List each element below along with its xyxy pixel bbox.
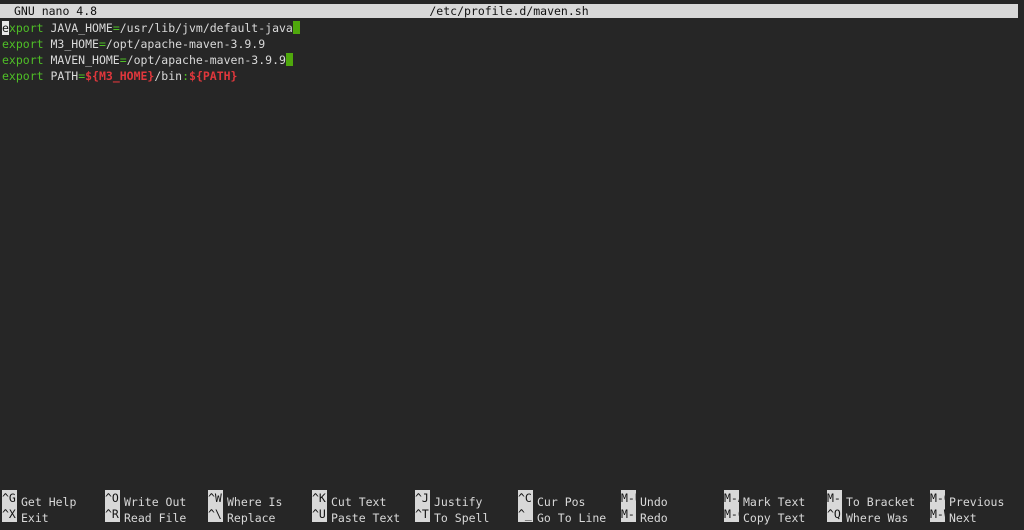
- variable-reference: ${PATH}: [189, 69, 238, 83]
- shortcut-cut-text[interactable]: ^K Cut Text: [312, 490, 386, 509]
- shortcut-label: Paste Text: [331, 511, 401, 525]
- variable-name: M3_HOME: [50, 37, 99, 51]
- shortcut-to-bracket[interactable]: M-]To Bracket: [827, 490, 915, 509]
- shortcut-copy-text[interactable]: M-6 Copy Text: [724, 506, 806, 525]
- shortcut-key: M-U: [621, 490, 636, 506]
- editor-line[interactable]: export JAVA_HOME=/usr/lib/jvm/default-ja…: [2, 20, 1018, 36]
- shortcut-exit[interactable]: ^X Exit: [2, 506, 49, 525]
- shortcut-key: M-Q: [930, 490, 945, 506]
- shortcut-key: ^O: [105, 490, 120, 506]
- shortcut-undo[interactable]: M-UUndo: [621, 490, 668, 509]
- file-path: /etc/profile.d/maven.sh: [429, 4, 589, 18]
- shortcut-label: Replace: [227, 511, 276, 525]
- shortcut-to-spell[interactable]: ^T To Spell: [415, 506, 490, 525]
- shortcut-key: ^C: [518, 490, 533, 506]
- shortcut-where-was[interactable]: ^Q Where Was: [827, 506, 909, 525]
- shortcut-label: Read File: [124, 511, 187, 525]
- keyword-export: export: [2, 53, 44, 67]
- editor-line[interactable]: export M3_HOME=/opt/apache-maven-3.9.9: [2, 36, 1018, 52]
- shortcut-key: ^T: [415, 506, 430, 522]
- shortcut-key: ^R: [105, 506, 120, 522]
- keyword-export: export: [2, 69, 44, 83]
- shortcut-paste-text[interactable]: ^U Paste Text: [312, 506, 401, 525]
- shortcut-read-file[interactable]: ^R Read File: [105, 506, 187, 525]
- shortcut-get-help[interactable]: ^G Get Help: [2, 490, 76, 509]
- shortcut-mark-text[interactable]: M-AMark Text: [724, 490, 805, 509]
- shortcut-label: Go To Line: [537, 511, 607, 525]
- variable-reference: ${M3_HOME}: [85, 69, 155, 83]
- variable-name: JAVA_HOME: [50, 21, 113, 35]
- shortcut-key: M-A: [724, 490, 739, 506]
- shortcut-write-out[interactable]: ^O Write Out: [105, 490, 186, 509]
- shortcut-label: Exit: [21, 511, 49, 525]
- shortcut-bar: ^G Get Help ^O Write Out ^W Where Is ^K Cut Tex…: [2, 490, 1022, 525]
- shortcut-key: ^J: [415, 490, 430, 506]
- shortcut-key: ^Q: [827, 506, 842, 522]
- shortcut-next[interactable]: M-W Next: [930, 506, 977, 525]
- trailing-whitespace-marker: [285, 53, 293, 66]
- keyword-export: export: [2, 21, 44, 35]
- shortcut-key: ^X: [2, 506, 17, 522]
- variable-value: /opt/apache-maven-3.9.9: [126, 53, 286, 67]
- variable-name: MAVEN_HOME: [50, 53, 120, 67]
- shortcut-justify[interactable]: ^J Justify: [415, 490, 482, 509]
- shortcut-replace[interactable]: ^\ Replace: [208, 506, 276, 525]
- editor-line[interactable]: export PATH=${M3_HOME}/bin:${PATH}: [2, 68, 1018, 84]
- shortcut-label: Next: [949, 511, 977, 525]
- assign-operator: =: [112, 21, 120, 35]
- shortcut-key: M-6: [724, 506, 739, 522]
- variable-value: /opt/apache-maven-3.9.9: [105, 37, 266, 51]
- shortcut-cur-pos[interactable]: ^C Cur Pos: [518, 490, 585, 509]
- shortcut-key: ^W: [208, 490, 223, 506]
- editor-area[interactable]: export JAVA_HOME=/usr/lib/jvm/default-ja…: [2, 20, 1018, 84]
- shortcut-key: M-W: [930, 506, 945, 522]
- shortcut-label: Redo: [640, 511, 668, 525]
- path-separator: :: [182, 69, 190, 83]
- shortcut-key: ^\: [208, 506, 223, 522]
- shortcut-redo[interactable]: M-E Redo: [621, 506, 668, 525]
- shortcut-label: Copy Text: [743, 511, 806, 525]
- shortcut-where-is[interactable]: ^W Where Is: [208, 490, 282, 509]
- nano-title-bar: GNU nano 4.8 /etc/profile.d/maven.sh: [0, 4, 1018, 18]
- assign-operator: =: [119, 53, 127, 67]
- text-cursor: e: [2, 21, 9, 35]
- variable-value: /usr/lib/jvm/default-java: [119, 21, 293, 35]
- shortcut-previous[interactable]: M-QPrevious: [930, 490, 1004, 509]
- shortcut-key: ^G: [2, 490, 17, 506]
- trailing-whitespace-marker: [292, 21, 300, 34]
- shortcut-key: M-]: [827, 490, 842, 506]
- shortcut-label: To Spell: [434, 511, 490, 525]
- shortcut-key: ^U: [312, 506, 327, 522]
- variable-name: PATH: [50, 69, 79, 83]
- shortcut-go-to-line[interactable]: ^_ Go To Line: [518, 506, 607, 525]
- shortcut-key: ^K: [312, 490, 327, 506]
- assign-operator: =: [98, 37, 106, 51]
- path-segment: /bin: [154, 69, 183, 83]
- keyword-export: export: [2, 37, 44, 51]
- shortcut-label: Where Was: [846, 511, 909, 525]
- shortcut-key: M-E: [621, 506, 636, 522]
- shortcut-key: ^_: [518, 506, 533, 522]
- editor-line[interactable]: export MAVEN_HOME=/opt/apache-maven-3.9.…: [2, 52, 1018, 68]
